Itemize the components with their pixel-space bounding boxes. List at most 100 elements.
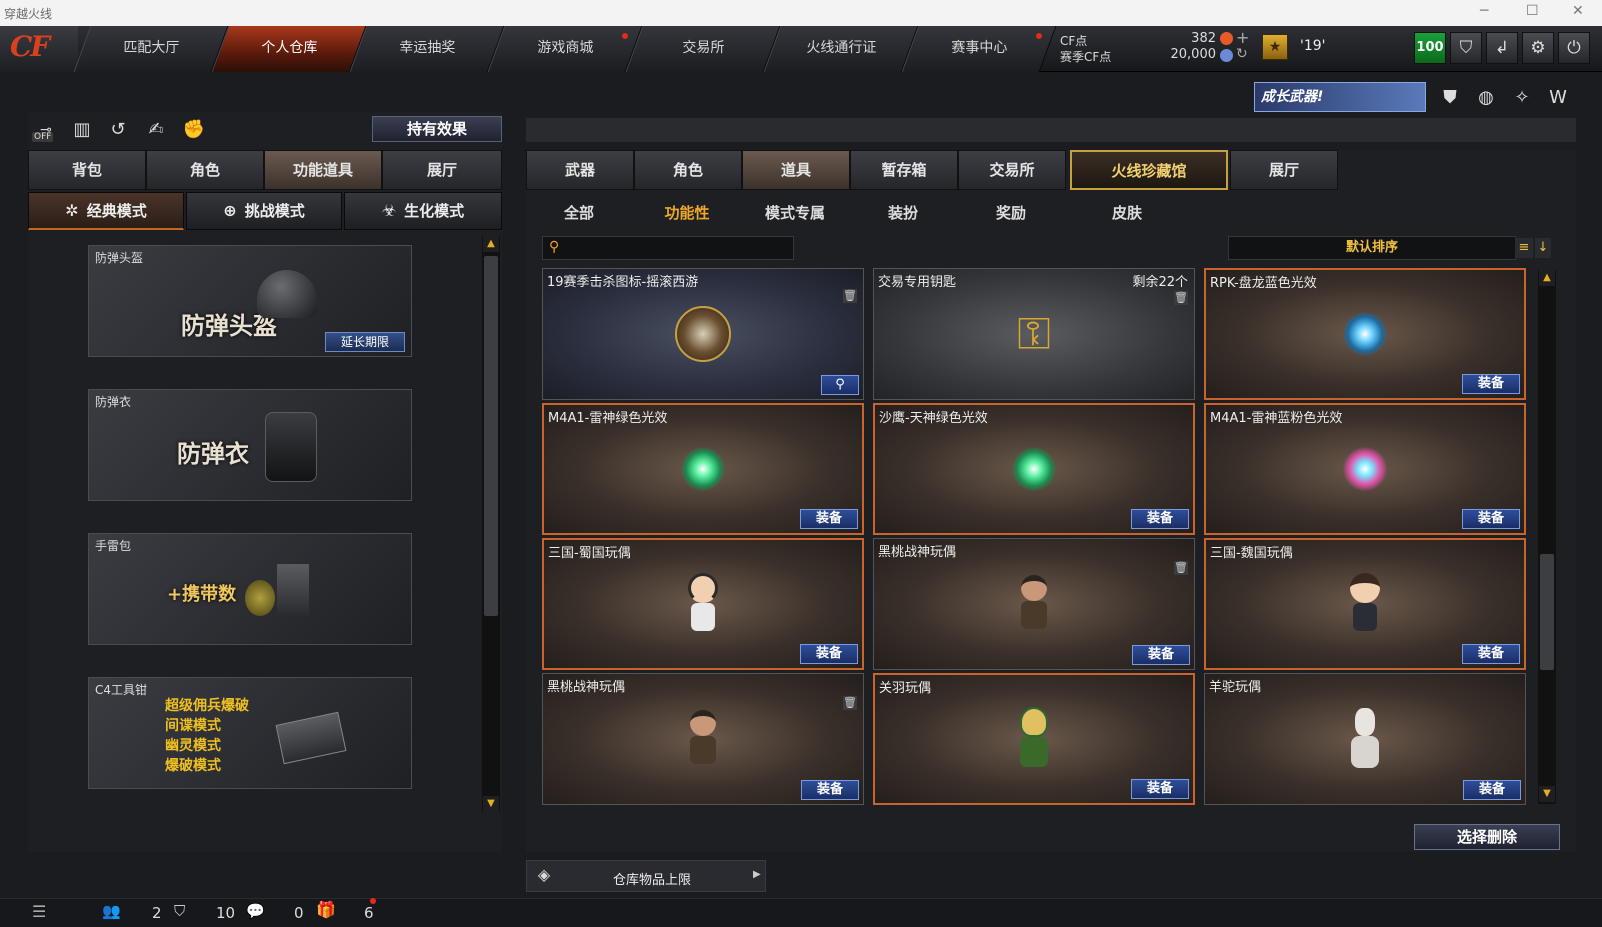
- glove-icon[interactable]: ✊: [180, 116, 208, 144]
- sort-direction-icon[interactable]: ↓: [1535, 238, 1551, 258]
- trash-icon[interactable]: 🗑: [1174, 291, 1188, 305]
- left-scroll-thumb[interactable]: [484, 256, 498, 616]
- subtab-rewards[interactable]: 奖励: [958, 200, 1064, 226]
- season-coin-icon: [1220, 49, 1233, 62]
- item-slot[interactable]: M4A1-雷神蓝粉色光效 装备: [1204, 403, 1526, 535]
- maximize-icon[interactable]: ☐: [1526, 3, 1539, 19]
- item-card-c4-pliers[interactable]: C4工具钳 超级佣兵爆破 间谍模式 幽灵模式 爆破模式: [88, 677, 412, 789]
- item-slot[interactable]: 19赛季击杀图标-摇滚西游 🗑 ⚲: [542, 268, 864, 400]
- right-tab-collection[interactable]: 火线珍藏馆: [1070, 150, 1228, 190]
- right-tab-exchange[interactable]: 交易所: [958, 150, 1066, 190]
- gear-icon[interactable]: ⚙: [1522, 32, 1554, 64]
- storage-limit-bar[interactable]: ◈ 仓库物品上限 ▶: [526, 860, 766, 892]
- right-scroll-thumb[interactable]: [1540, 554, 1554, 670]
- trash-icon[interactable]: 🗑: [843, 289, 857, 303]
- trash-icon[interactable]: 🗑: [843, 696, 857, 710]
- history-icon[interactable]: ↺: [104, 116, 132, 144]
- subtab-all[interactable]: 全部: [526, 200, 632, 226]
- right-tab-weapons[interactable]: 武器: [526, 150, 634, 190]
- left-tab-functional-items[interactable]: 功能道具: [264, 150, 382, 190]
- left-scroll-down[interactable]: ▼: [483, 796, 499, 812]
- rank-badge-icon[interactable]: ★: [1262, 34, 1288, 60]
- vip-badge-icon[interactable]: ⛊: [1436, 84, 1464, 112]
- right-scrollbar[interactable]: [1538, 270, 1556, 804]
- compass-icon[interactable]: ✧: [1508, 84, 1536, 112]
- globe-icon[interactable]: ◍: [1472, 84, 1500, 112]
- item-slot[interactable]: RPK-盘龙蓝色光效 装备: [1204, 268, 1526, 400]
- nav-tab-game-store[interactable]: 游戏商城: [487, 26, 643, 72]
- equip-button[interactable]: 装备: [1131, 509, 1189, 529]
- item-card-grenade-pack[interactable]: 手雷包 +携带数: [88, 533, 412, 645]
- clan-shield-icon[interactable]: ⛉: [174, 902, 185, 920]
- nav-tab-events[interactable]: 赛事中心: [901, 26, 1057, 72]
- item-slot[interactable]: 羊驼玩偶 装备: [1204, 673, 1526, 805]
- right-tab-storage-box[interactable]: 暂存箱: [850, 150, 958, 190]
- right-scroll-up[interactable]: ▲: [1539, 270, 1555, 286]
- nav-tab-lucky-draw[interactable]: 幸运抽奖: [349, 26, 505, 72]
- item-slot[interactable]: 黑桃战神玩偶 🗑 装备: [542, 673, 864, 805]
- subtab-mode-exclusive[interactable]: 模式专属: [742, 200, 848, 226]
- item-card-vest[interactable]: 防弹衣 防弹衣: [88, 389, 412, 501]
- nav-tab-warehouse[interactable]: 个人仓库: [211, 26, 367, 72]
- left-tab-showroom[interactable]: 展厅: [382, 150, 502, 190]
- left-scroll-up[interactable]: ▲: [483, 236, 499, 252]
- equip-button[interactable]: 装备: [800, 644, 858, 664]
- mode-challenge[interactable]: ⊕ 挑战模式: [186, 192, 342, 230]
- minimize-icon[interactable]: ─: [1480, 3, 1488, 19]
- select-delete-button[interactable]: 选择删除: [1414, 824, 1560, 850]
- magnify-button[interactable]: ⚲: [821, 375, 859, 395]
- equip-button[interactable]: 装备: [1462, 644, 1520, 664]
- add-icon[interactable]: +: [1236, 28, 1249, 47]
- mode-biochem[interactable]: ☣ 生化模式: [344, 192, 502, 230]
- return-icon[interactable]: ↲: [1486, 32, 1518, 64]
- right-tab-showroom[interactable]: 展厅: [1230, 150, 1338, 190]
- item-slot[interactable]: 关羽玩偶 装备: [873, 673, 1195, 805]
- chat-icon[interactable]: 💬: [246, 902, 265, 920]
- stats-icon[interactable]: ▥: [68, 116, 96, 144]
- item-slot[interactable]: 沙鹰-天神绿色光效 装备: [873, 403, 1195, 535]
- shield-icon[interactable]: ⛉: [1450, 32, 1482, 64]
- friends-icon[interactable]: 👥: [102, 902, 121, 920]
- power-icon[interactable]: ⏻: [1558, 32, 1590, 64]
- nav-tab-battle-pass[interactable]: 火线通行证: [763, 26, 919, 72]
- sort-dropdown[interactable]: 默认排序: [1228, 236, 1516, 260]
- nav-tab-match-hall[interactable]: 匹配大厅: [73, 26, 229, 72]
- search-input[interactable]: [569, 238, 789, 258]
- wings-icon[interactable]: W: [1544, 84, 1572, 112]
- right-tab-items[interactable]: 道具: [742, 150, 850, 190]
- search-box[interactable]: ⚲: [542, 236, 794, 260]
- equip-button[interactable]: 装备: [1132, 645, 1190, 665]
- item-slot[interactable]: 三国-魏国玩偶 装备: [1204, 538, 1526, 670]
- subtab-functional[interactable]: 功能性: [634, 200, 740, 226]
- subtab-skins[interactable]: 皮肤: [1074, 200, 1180, 226]
- gift-icon[interactable]: 🎁: [316, 900, 336, 919]
- right-scroll-down[interactable]: ▼: [1539, 786, 1555, 802]
- growth-weapon-banner[interactable]: 成长武器!: [1254, 82, 1426, 112]
- extend-term-button[interactable]: 延长期限: [325, 332, 405, 352]
- item-slot[interactable]: 交易专用钥匙 剩余22个 🗑 ⚿: [873, 268, 1195, 400]
- list-view-icon[interactable]: ≡: [1515, 238, 1533, 258]
- equip-button[interactable]: 装备: [800, 509, 858, 529]
- left-tab-backpack[interactable]: 背包: [28, 150, 146, 190]
- item-slot[interactable]: 三国-蜀国玩偶 装备: [542, 538, 864, 670]
- trash-icon[interactable]: 🗑: [1174, 561, 1188, 575]
- menu-icon[interactable]: ☰: [32, 902, 46, 921]
- equip-button[interactable]: 装备: [801, 780, 859, 800]
- level-badge[interactable]: 100: [1414, 32, 1446, 64]
- item-slot[interactable]: M4A1-雷神绿色光效 装备: [542, 403, 864, 535]
- owned-effects-button[interactable]: 持有效果: [372, 116, 502, 142]
- nav-tab-exchange[interactable]: 交易所: [625, 26, 781, 72]
- item-slot[interactable]: 黑桃战神玩偶 🗑 装备: [873, 538, 1195, 670]
- equip-button[interactable]: 装备: [1463, 780, 1521, 800]
- equip-button[interactable]: 装备: [1462, 374, 1520, 394]
- mode-classic[interactable]: ✲ 经典模式: [28, 192, 184, 230]
- right-tab-characters[interactable]: 角色: [634, 150, 742, 190]
- equip-button[interactable]: 装备: [1462, 509, 1520, 529]
- left-tab-character[interactable]: 角色: [146, 150, 264, 190]
- equip-button[interactable]: 装备: [1131, 779, 1189, 799]
- subtab-dress-up[interactable]: 装扮: [850, 200, 956, 226]
- item-card-helmet[interactable]: 防弹头盔 防弹头盔 延长期限: [88, 245, 412, 357]
- close-icon[interactable]: ✕: [1572, 3, 1584, 19]
- hand-icon[interactable]: ✍: [142, 116, 170, 144]
- refresh-icon[interactable]: ↻: [1236, 46, 1248, 62]
